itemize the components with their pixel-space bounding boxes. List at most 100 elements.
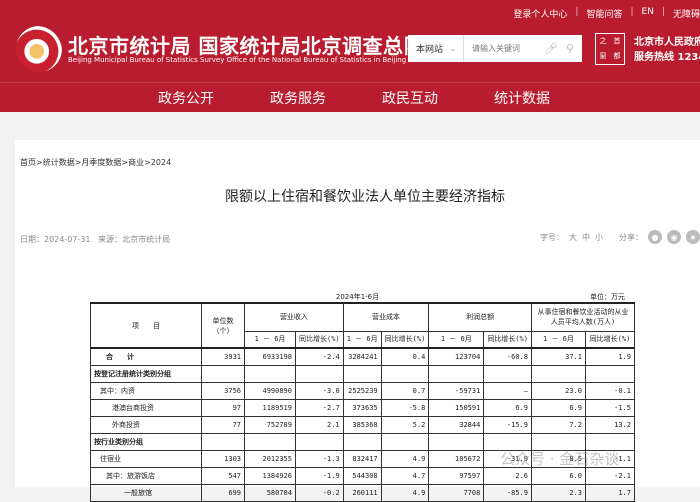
subheader-growth: 同比增长(%)	[295, 330, 344, 349]
row-label: 合 计	[90, 347, 202, 366]
logo-char: 之	[599, 37, 607, 45]
table-cell: 544308	[342, 466, 382, 485]
table-cell	[295, 364, 344, 383]
table-cell: 1303	[201, 449, 245, 468]
row-label: 按行业类别分组	[90, 432, 202, 451]
breadcrumb-item[interactable]: 商业	[128, 158, 144, 167]
logo-char: 窗	[599, 52, 607, 60]
accessibility-link[interactable]: 无障碍	[673, 7, 700, 20]
table-cell: 5.2	[380, 415, 430, 434]
row-label: 外商投资	[90, 415, 202, 434]
table-cell	[295, 432, 344, 451]
top-links: 登录个人中心 | 智能问答 | EN | 无障碍	[513, 7, 700, 20]
table-cell: 0.7	[380, 381, 430, 400]
gov-hotline: 北京市人民政府 服务热线 12345	[634, 35, 700, 65]
capital-window-logo[interactable]: 之首 窗都	[595, 33, 625, 65]
table-cell: 6933198	[244, 347, 296, 366]
subheader-growth: 同比增长(%)	[584, 330, 635, 349]
table-cell: 23.0	[530, 381, 586, 400]
table-cell: 3931	[201, 347, 245, 366]
search-scope-select[interactable]: 本网站 ⌄	[408, 35, 464, 62]
table-cell	[342, 364, 382, 383]
subheader-period: 1 － 6月	[244, 330, 296, 349]
table-cell: -1.5	[584, 398, 635, 417]
table-cell: 150591	[428, 398, 485, 417]
nav-statistics[interactable]: 统计数据	[494, 88, 550, 108]
article-source: 来源：北京市统计局	[98, 235, 171, 244]
nav-gov-services[interactable]: 政务服务	[270, 88, 326, 108]
table-cell	[201, 364, 245, 383]
table-cell: -1.9	[295, 466, 344, 485]
table-period: 2024年1-6月	[335, 293, 380, 301]
favorite-star-icon[interactable]: ★	[686, 230, 700, 244]
login-link[interactable]: 登录个人中心	[513, 7, 567, 20]
table-row: 按登记注册统计类别分组	[90, 364, 635, 383]
table-cell: -60.8	[483, 347, 532, 366]
table-cell: 373635	[342, 398, 382, 417]
table-cell: 4.7	[380, 466, 430, 485]
breadcrumb: 首页>统计数据>月季度数据>商业>2024	[20, 158, 172, 167]
table-cell	[428, 364, 485, 383]
header-profit: 利润总额	[428, 302, 532, 332]
table-row: 合 计 3931 6933198 -2.4 3284241 0.4 123704 -60.8 3…	[90, 347, 635, 366]
table-cell	[201, 432, 245, 451]
weibo-share-icon[interactable]: ◉	[667, 230, 681, 244]
font-large-button[interactable]: 大	[569, 232, 577, 243]
table-cell: 1189519	[244, 398, 296, 417]
table-cell	[428, 432, 485, 451]
microphone-icon[interactable]: 🎤︎	[544, 42, 558, 55]
table-cell: 7.2	[530, 415, 586, 434]
table-cell	[530, 364, 586, 383]
bureau-logo-icon[interactable]	[16, 26, 62, 72]
header-employees: 从事住宿和餐饮业活动的从业人员平均人数(万人)	[530, 302, 635, 332]
table-cell: -5.8	[380, 398, 430, 417]
table-cell: 4.9	[380, 449, 430, 468]
table-cell: 6.0	[530, 466, 586, 485]
article-title: 限额以上住宿和餐饮业法人单位主要经济指标	[225, 189, 505, 205]
article-tools: 字号： 大 中 小 分享： ● ◉ ★	[540, 230, 700, 244]
table-cell: 2.6	[483, 466, 532, 485]
table-cell: 752789	[244, 415, 296, 434]
breadcrumb-home[interactable]: 首页	[20, 158, 36, 167]
table-cell	[244, 432, 296, 451]
table-cell	[584, 364, 635, 383]
table-cell: -2.7	[295, 398, 344, 417]
qa-link[interactable]: 智能问答	[586, 7, 622, 20]
breadcrumb-item[interactable]: 月季度数据	[81, 158, 121, 167]
nav-gov-affairs[interactable]: 政务公开	[158, 88, 214, 108]
share-label: 分享：	[619, 232, 643, 242]
nav-interaction[interactable]: 政民互动	[382, 88, 438, 108]
table-cell: 32844	[428, 415, 485, 434]
wechat-share-icon[interactable]: ●	[648, 230, 662, 244]
table-cell: 6.9	[530, 398, 586, 417]
row-label: 其中：内资	[90, 381, 202, 400]
row-label: 住宿业	[90, 449, 202, 468]
site-title[interactable]: 北京市统计局 国家统计局北京调查总队	[68, 30, 424, 59]
table-unit: 单位：万元	[590, 293, 625, 301]
table-cell	[380, 364, 430, 383]
table-cell	[483, 364, 532, 383]
table-cell: 1384926	[244, 466, 296, 485]
english-link[interactable]: EN	[642, 7, 654, 20]
breadcrumb-item[interactable]: 2024	[151, 158, 171, 167]
article-date: 日期：2024-07-31	[20, 235, 91, 244]
search-icon[interactable]: ⚲	[566, 42, 574, 55]
table-cell: -0.1	[584, 381, 635, 400]
row-label: 其中：旅游饭店	[90, 466, 202, 485]
subheader-growth: 同比增长(%)	[483, 330, 532, 349]
breadcrumb-item[interactable]: 统计数据	[43, 158, 75, 167]
font-medium-button[interactable]: 中	[582, 232, 590, 243]
font-small-button[interactable]: 小	[595, 232, 603, 243]
header-cost: 营业成本	[342, 302, 430, 332]
table-cell: 3756	[201, 381, 245, 400]
table-cell: 2012355	[244, 449, 296, 468]
article-meta: 日期：2024-07-31 来源：北京市统计局	[20, 234, 170, 245]
table-cell: 0.4	[380, 347, 430, 366]
table-cell: 6.9	[483, 398, 532, 417]
subheader-period: 1 － 6月	[342, 330, 382, 349]
table-cell: 2.1	[295, 415, 344, 434]
chevron-down-icon: ⌄	[449, 43, 457, 54]
logo-char: 都	[613, 52, 621, 60]
search-input[interactable]	[464, 44, 544, 53]
table-cell	[244, 364, 296, 383]
